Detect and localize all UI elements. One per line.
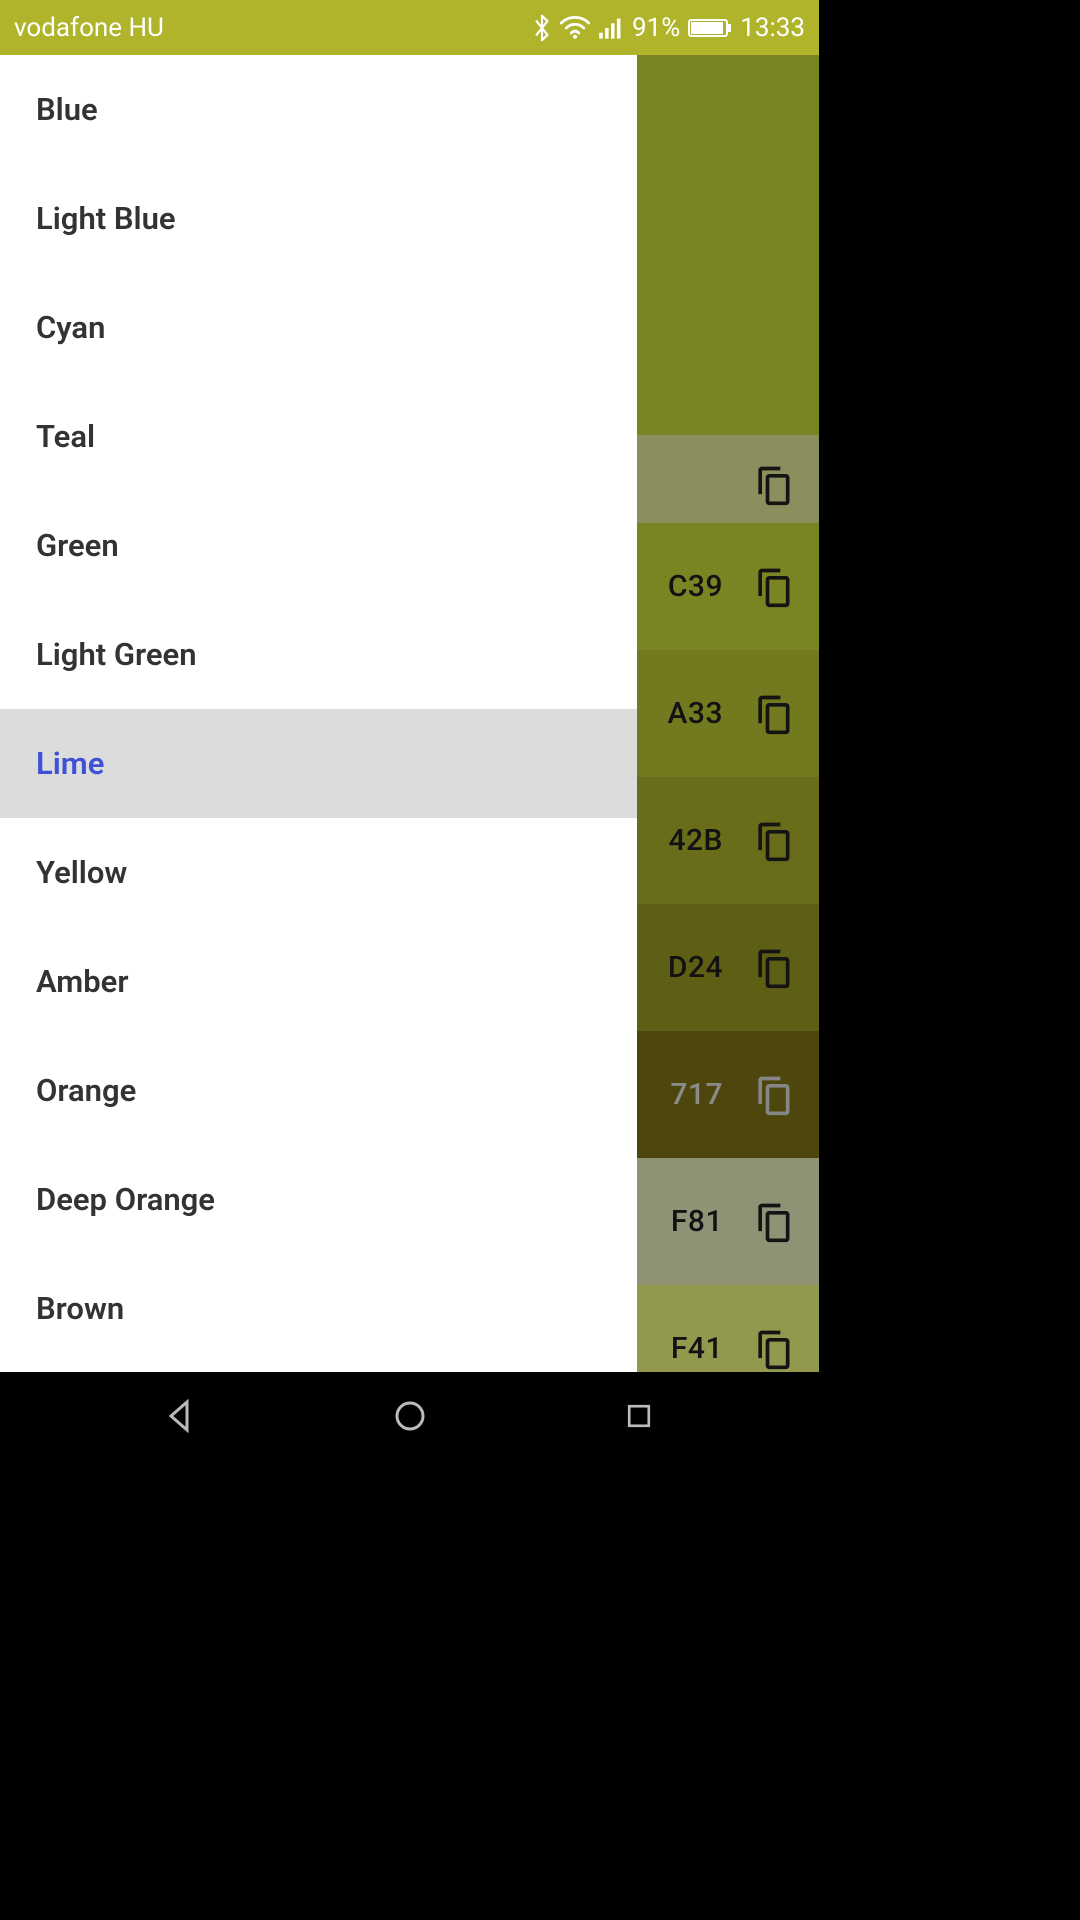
drawer-item-label: Deep Orange [36, 1181, 215, 1218]
drawer-item-label: Light Green [36, 636, 197, 673]
copy-icon[interactable] [745, 1194, 801, 1250]
copy-icon[interactable] [745, 940, 801, 996]
hex-code-fragment: A33 [668, 696, 724, 731]
hex-code-fragment: D24 [668, 950, 723, 985]
drawer-item-lime[interactable]: Lime [0, 709, 637, 818]
copy-icon[interactable] [745, 1321, 801, 1377]
copy-icon[interactable] [745, 813, 801, 869]
drawer-item-green[interactable]: Green [0, 491, 637, 600]
home-button[interactable] [360, 1386, 460, 1446]
signal-icon [598, 16, 624, 40]
drawer-item-brown[interactable]: Brown [0, 1254, 637, 1363]
bluetooth-icon [532, 13, 552, 43]
hex-code-fragment: C39 [668, 569, 723, 604]
drawer-item-orange[interactable]: Orange [0, 1036, 637, 1145]
recent-apps-button[interactable] [589, 1386, 689, 1446]
drawer-item-label: Blue [36, 91, 98, 128]
drawer-item-label: Light Blue [36, 200, 176, 237]
drawer-item-label: Amber [36, 963, 129, 1000]
drawer-item-light-blue[interactable]: Light Blue [0, 164, 637, 273]
drawer-item-blue[interactable]: Blue [0, 55, 637, 164]
battery-icon [688, 17, 732, 39]
status-bar: vodafone HU 91% 13:33 [0, 0, 819, 55]
drawer-item-label: Lime [36, 745, 104, 782]
copy-icon[interactable] [745, 559, 801, 615]
copy-icon[interactable] [745, 457, 801, 513]
hex-code-fragment: F81 [671, 1204, 723, 1239]
drawer-item-label: Orange [36, 1072, 136, 1109]
carrier-label: vodafone HU [14, 13, 164, 43]
drawer-item-deep-orange[interactable]: Deep Orange [0, 1145, 637, 1254]
hex-code-fragment: F41 [671, 1331, 723, 1366]
drawer-item-teal[interactable]: Teal [0, 382, 637, 491]
copy-icon[interactable] [745, 686, 801, 742]
nav-drawer: Blue Light Blue Cyan Teal Green Light Green Li… [0, 55, 637, 1372]
hex-code-fragment: 717 [670, 1077, 723, 1112]
drawer-item-label: Brown [36, 1290, 124, 1327]
drawer-item-label: Teal [36, 418, 95, 455]
clock: 13:33 [740, 13, 805, 43]
drawer-item-light-green[interactable]: Light Green [0, 600, 637, 709]
drawer-item-cyan[interactable]: Cyan [0, 273, 637, 382]
wifi-icon [560, 16, 590, 40]
battery-percent: 91% [632, 13, 680, 43]
system-nav-bar [0, 1372, 819, 1460]
drawer-item-label: Green [36, 527, 119, 564]
hex-code-fragment: 42B [668, 823, 723, 858]
drawer-item-label: Cyan [36, 309, 105, 346]
status-icons: 91% 13:33 [532, 13, 805, 43]
drawer-item-amber[interactable]: Amber [0, 927, 637, 1036]
drawer-item-label: Yellow [36, 854, 127, 891]
back-button[interactable] [130, 1386, 230, 1446]
copy-icon[interactable] [745, 1067, 801, 1123]
drawer-item-yellow[interactable]: Yellow [0, 818, 637, 927]
